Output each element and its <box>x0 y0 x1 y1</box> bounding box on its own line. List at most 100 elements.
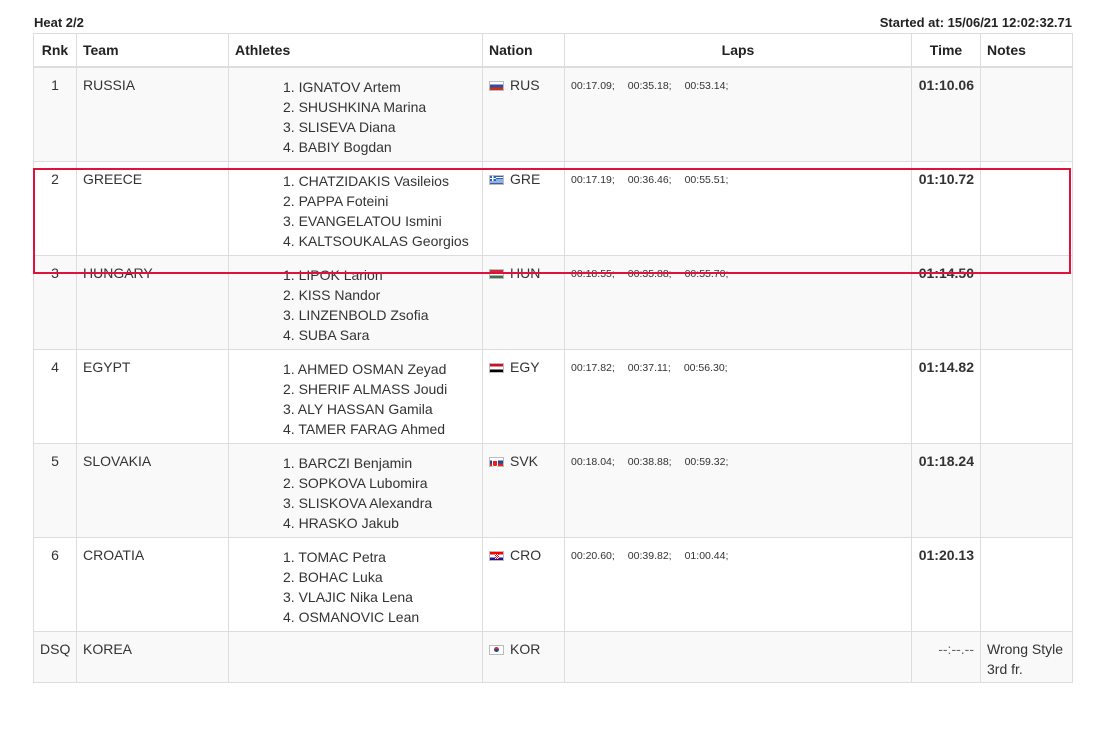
athlete-list: 1. TOMAC Petra 2. BOHAC Luka 3. VLAJIC Nik… <box>235 547 476 627</box>
flag-kor-icon <box>489 644 504 655</box>
laps-cell <box>564 630 912 683</box>
time-cell: --:--.-- <box>911 630 981 683</box>
athlete-name: 3. VLAJIC Nika Lena <box>283 588 413 605</box>
nation-cell: HUN <box>482 254 565 350</box>
table-row: 2 GREECE 1. CHATZIDAKIS Vasileios 2. PAPPA … <box>33 160 1073 256</box>
lap-split: 00:56.30; <box>683 361 728 374</box>
athletes-cell: 1. AHMED OSMAN Zeyad 2. SHERIF ALMASS Jou… <box>228 348 483 444</box>
athlete-name: 4. TAMER FARAG Ahmed <box>283 420 446 437</box>
laps-cell: 00:17.09; 00:35.18; 00:53.14; <box>564 66 912 162</box>
flag-hun-icon <box>489 268 504 279</box>
laps-cell: 00:17.82; 00:37.11; 00:56.30; <box>564 348 912 444</box>
col-notes-header: Notes <box>980 33 1073 68</box>
header-row: Rnk Team Athletes Nation Laps Time Notes <box>33 33 1073 68</box>
notes-cell <box>980 254 1073 350</box>
athlete-name: 2. KISS Nandor <box>283 286 381 303</box>
athlete-list: 1. BARCZI Benjamin 2. SOPKOVA Lubomira 3. … <box>235 453 476 533</box>
team-cell: HUNGARY <box>76 254 229 350</box>
nation: CRO <box>489 547 541 563</box>
athlete-name: 2. SHERIF ALMASS Joudi <box>283 380 448 397</box>
heat-title: Heat 2/2 <box>34 15 84 30</box>
rank-cell: 6 <box>33 536 77 632</box>
nation-code: RUS <box>510 77 540 93</box>
flag-rus-icon <box>489 81 504 91</box>
notes-cell <box>980 348 1073 444</box>
col-athletes-header: Athletes <box>228 33 483 68</box>
rank-cell: 4 <box>33 348 77 444</box>
laps-cell: 00:18.04; 00:38.88; 00:59.32; <box>564 442 912 538</box>
col-rank-header: Rnk <box>33 33 77 68</box>
lap-split: 00:36.46; <box>627 173 672 186</box>
lap-split: 00:18.04; <box>571 455 615 468</box>
nation-code: EGY <box>510 358 540 375</box>
athlete-name: 4. OSMANOVIC Lean <box>283 608 420 625</box>
lap-split: 00:37.11; <box>627 361 671 374</box>
table-row: 6 CROATIA 1. TOMAC Petra 2. BOHAC Luka 3. VL… <box>33 536 1073 632</box>
athlete-list: 1. IGNATOV Artem 2. SHUSHKINA Marina 3. SL… <box>235 77 476 157</box>
rank-cell: 5 <box>33 442 77 538</box>
table-row: 1 RUSSIA 1. IGNATOV Artem 2. SHUSHKINA Mari… <box>33 66 1073 162</box>
nation-code: CRO <box>510 546 542 563</box>
lap-splits: 00:18.04; 00:38.88; 00:59.32; <box>571 453 905 468</box>
lap-split: 00:20.60; <box>571 549 615 562</box>
notes-cell <box>980 66 1073 162</box>
laps-cell: 00:20.60; 00:39.82; 01:00.44; <box>564 536 912 632</box>
nation-code: SVK <box>510 452 539 469</box>
lap-splits: 00:20.60; 00:39.82; 01:00.44; <box>571 547 905 562</box>
athlete-name: 4. SUBA Sara <box>283 326 370 343</box>
rank-cell: 1 <box>33 66 77 162</box>
table-row: 5 SLOVAKIA 1. BARCZI Benjamin 2. SOPKOVA Lu… <box>33 442 1073 538</box>
nation-cell: KOR <box>482 630 565 683</box>
athlete-name: 1. AHMED OSMAN Zeyad <box>283 360 447 377</box>
lap-split: 00:35.18; <box>627 80 672 92</box>
table-row: 3 HUNGARY 1. LIPOK Larion 2. KISS Nandor 3. … <box>33 254 1073 350</box>
nation: KOR <box>489 641 540 657</box>
lap-split: 00:38.88; <box>627 455 672 468</box>
athlete-name: 3. SLISEVA Diana <box>283 119 396 135</box>
notes-text: Wrong Style 3rd fr. <box>987 639 1066 679</box>
athlete-name: 4. KALTSOUKALAS Georgios <box>283 232 469 249</box>
nation: SVK <box>489 453 538 469</box>
rank-cell: DSQ <box>33 630 77 683</box>
team-cell: SLOVAKIA <box>76 442 229 538</box>
team-cell: CROATIA <box>76 536 229 632</box>
athlete-name: 3. ALY HASSAN Gamila <box>283 400 433 417</box>
lap-split: 00:17.19; <box>571 173 615 186</box>
notes-cell <box>980 442 1073 538</box>
time-cell: 01:14.50 <box>911 254 981 350</box>
time-cell: 01:10.06 <box>911 66 981 162</box>
lap-split: 00:39.82; <box>627 549 672 562</box>
time-cell: 01:10.72 <box>911 160 981 256</box>
lap-splits: 00:17.09; 00:35.18; 00:53.14; <box>571 77 905 92</box>
team-cell: GREECE <box>76 160 229 256</box>
nation: RUS <box>489 77 540 93</box>
table-row: DSQ KOREA KOR --:--.-- Wrong Style 3rd fr. <box>33 630 1073 683</box>
athlete-list: 1. CHATZIDAKIS Vasileios 2. PAPPA Foteini… <box>235 171 476 251</box>
laps-cell: 00:17.19; 00:36.46; 00:55.51; <box>564 160 912 256</box>
started-at: Started at: 15/06/21 12:02:32.71 <box>879 15 1072 30</box>
nation-cell: GRE <box>482 160 565 256</box>
athlete-name: 3. LINZENBOLD Zsofia <box>283 306 429 323</box>
notes-cell <box>980 536 1073 632</box>
lap-split: 00:17.82; <box>571 361 615 374</box>
nation: EGY <box>489 359 540 375</box>
results-table: Rnk Team Athletes Nation Laps Time Notes… <box>33 33 1073 683</box>
note-line: 3rd fr. <box>987 660 1023 677</box>
lap-splits: 00:17.19; 00:36.46; 00:55.51; <box>571 171 905 186</box>
athlete-list: 1. AHMED OSMAN Zeyad 2. SHERIF ALMASS Jou… <box>235 359 476 439</box>
flag-gre-icon <box>489 174 504 185</box>
athletes-cell: 1. CHATZIDAKIS Vasileios 2. PAPPA Foteini… <box>228 160 483 256</box>
athlete-name: 1. LIPOK Larion <box>283 266 383 283</box>
nation: HUN <box>489 265 540 281</box>
nation-cell: RUS <box>482 66 565 162</box>
athlete-name: 1. BARCZI Benjamin <box>283 454 413 471</box>
athlete-list: 1. LIPOK Larion 2. KISS Nandor 3. LINZENBO… <box>235 265 476 345</box>
nation-cell: SVK <box>482 442 565 538</box>
athletes-cell: 1. TOMAC Petra 2. BOHAC Luka 3. VLAJIC Nik… <box>228 536 483 632</box>
athletes-cell: 1. LIPOK Larion 2. KISS Nandor 3. LINZENBO… <box>228 254 483 350</box>
notes-cell: Wrong Style 3rd fr. <box>980 630 1073 683</box>
flag-svk-icon <box>489 456 504 467</box>
team-cell: KOREA <box>76 630 229 683</box>
col-laps-header: Laps <box>564 33 912 68</box>
team-cell: RUSSIA <box>76 66 229 162</box>
